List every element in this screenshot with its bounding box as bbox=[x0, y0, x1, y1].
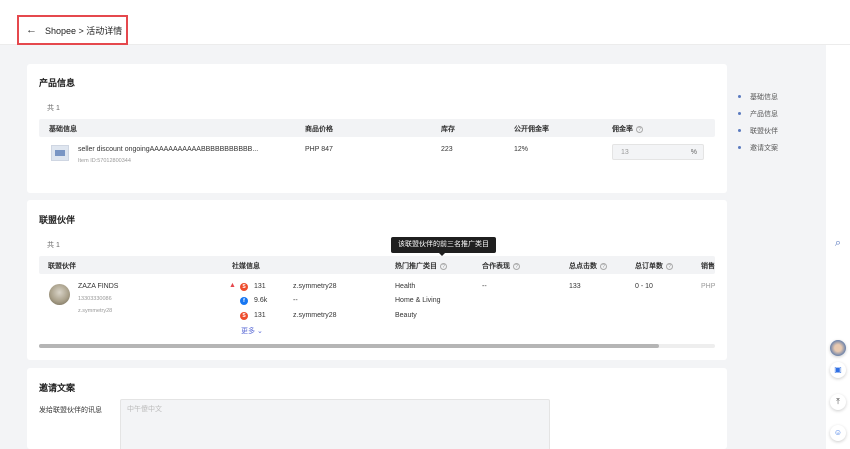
social-handle: -- bbox=[293, 297, 298, 304]
social-count: 131 bbox=[254, 312, 266, 319]
product-section-title: 产品信息 bbox=[39, 78, 76, 88]
product-count: 共 1 bbox=[47, 105, 60, 112]
product-name[interactable]: seller discount ongoingAAAAAAAAAAABBBBBB… bbox=[78, 146, 258, 153]
help-icon[interactable]: ? bbox=[440, 262, 447, 270]
shopee-icon: S bbox=[240, 283, 248, 291]
product-table-header: 基础信息 商品价格 库存 公开佣金率 佣金率? bbox=[39, 119, 715, 137]
performance-value: -- bbox=[482, 283, 487, 290]
col-social: 社媒信息 bbox=[232, 263, 260, 270]
social-handle[interactable]: z.symmetry28 bbox=[293, 312, 337, 319]
col-partner: 联盟伙伴 bbox=[48, 263, 76, 270]
invite-message-input[interactable]: 中午傻中文 bbox=[120, 399, 550, 449]
product-price: PHP 847 bbox=[305, 146, 333, 153]
partner-phone: 13303330086 bbox=[78, 296, 112, 302]
rate-placeholder: 13 bbox=[621, 149, 629, 156]
commission-rate-input[interactable]: 13 % bbox=[612, 144, 704, 160]
fire-icon: ▲ bbox=[229, 282, 236, 289]
chevron-down-icon: ⌄ bbox=[256, 328, 263, 335]
invite-section-title: 邀请文案 bbox=[39, 383, 76, 393]
affiliate-count: 共 1 bbox=[47, 242, 60, 249]
col-clicks-label: 总点击数 bbox=[569, 263, 597, 270]
product-stock: 223 bbox=[441, 146, 453, 153]
breadcrumb-text[interactable]: Shopee > 活动详情 bbox=[45, 24, 122, 37]
col-basic-info: 基础信息 bbox=[49, 126, 77, 133]
col-stock: 库存 bbox=[441, 126, 455, 133]
rate-unit: % bbox=[690, 149, 697, 156]
product-info-card: 产品信息 共 1 基础信息 商品价格 库存 公开佣金率 佣金率? seller … bbox=[27, 64, 727, 193]
col-sales: 销售 bbox=[701, 263, 715, 270]
horizontal-scrollbar[interactable] bbox=[39, 344, 715, 348]
social-handle[interactable]: z.symmetry28 bbox=[293, 283, 337, 290]
col-hot-category-label: 热门推广类目 bbox=[395, 263, 437, 270]
shopee-icon: S bbox=[240, 312, 248, 320]
col-performance-label: 合作表现 bbox=[482, 263, 510, 270]
facebook-icon: f bbox=[240, 297, 248, 305]
clicks-value: 133 bbox=[569, 283, 581, 290]
anchor-basic-info[interactable]: 基础信息 bbox=[738, 92, 838, 109]
avatar[interactable] bbox=[830, 340, 846, 356]
more-toggle[interactable]: 更多 ⌄ bbox=[241, 326, 263, 336]
affiliate-section-title: 联盟伙伴 bbox=[39, 215, 76, 225]
anchor-product-info[interactable]: 产品信息 bbox=[738, 109, 838, 126]
back-to-top-icon[interactable]: ⤒ bbox=[830, 394, 846, 410]
social-count: 9.6k bbox=[254, 297, 268, 304]
col-orders: 总订单数? bbox=[635, 261, 673, 271]
product-public-rate: 12% bbox=[514, 146, 529, 153]
category-item: Health bbox=[395, 283, 416, 290]
sales-value: PHP bbox=[701, 283, 716, 290]
partner-name[interactable]: ZAZA FINDS bbox=[78, 283, 118, 290]
social-count: 131 bbox=[254, 283, 266, 290]
help-icon[interactable]: ? bbox=[600, 262, 607, 270]
category-item: Home & Living bbox=[395, 297, 441, 304]
affiliate-card: 联盟伙伴 共 1 联盟伙伴 社媒信息 热门推广类目? 合作表现? 总点击数? 总… bbox=[27, 200, 727, 360]
main-content: 产品信息 共 1 基础信息 商品价格 库存 公开佣金率 佣金率? seller … bbox=[27, 45, 727, 449]
more-label: 更多 bbox=[241, 328, 255, 335]
avatar bbox=[49, 284, 70, 305]
col-public-rate: 公开佣金率 bbox=[514, 126, 549, 133]
back-arrow-icon[interactable]: ← bbox=[26, 24, 37, 36]
search-icon[interactable]: ⌕ bbox=[830, 235, 846, 251]
partner-handle: z.symmetry28 bbox=[78, 308, 113, 314]
col-price: 商品价格 bbox=[305, 126, 333, 133]
anchor-nav: 基础信息 产品信息 联盟伙伴 邀请文案 bbox=[738, 92, 838, 160]
anchor-affiliate[interactable]: 联盟伙伴 bbox=[738, 126, 838, 143]
invite-label: 发给联盟伙伴的讯息 bbox=[39, 407, 102, 414]
scrollbar-thumb[interactable] bbox=[39, 344, 659, 348]
col-rate: 佣金率? bbox=[612, 124, 643, 134]
help-icon[interactable]: ? bbox=[666, 262, 673, 270]
category-tooltip: 该联盟伙伴的前三名推广类目 bbox=[391, 237, 496, 256]
anchor-invite[interactable]: 邀请文案 bbox=[738, 143, 838, 160]
product-item-id: Item ID:57012800344 bbox=[78, 158, 131, 164]
col-performance: 合作表现? bbox=[482, 261, 520, 271]
product-thumbnail bbox=[51, 145, 69, 161]
affiliate-table-header: 联盟伙伴 社媒信息 热门推广类目? 合作表现? 总点击数? 总订单数? 销售 bbox=[39, 256, 715, 274]
breadcrumb: ← Shopee > 活动详情 bbox=[17, 15, 128, 45]
orders-value: 0 - 10 bbox=[635, 283, 653, 290]
right-rail: ⌕ ▣ ⤒ ☺ bbox=[826, 45, 850, 449]
col-rate-label: 佣金率 bbox=[612, 126, 633, 133]
category-item: Beauty bbox=[395, 312, 417, 319]
chat-icon[interactable]: ▣ bbox=[830, 362, 846, 378]
help-icon[interactable]: ? bbox=[636, 125, 643, 133]
col-clicks: 总点击数? bbox=[569, 261, 607, 271]
top-bar: ← Shopee > 活动详情 bbox=[0, 0, 850, 45]
col-hot-category: 热门推广类目? bbox=[395, 261, 447, 271]
col-orders-label: 总订单数 bbox=[635, 263, 663, 270]
help-icon[interactable]: ? bbox=[513, 262, 520, 270]
support-icon[interactable]: ☺ bbox=[830, 425, 846, 441]
